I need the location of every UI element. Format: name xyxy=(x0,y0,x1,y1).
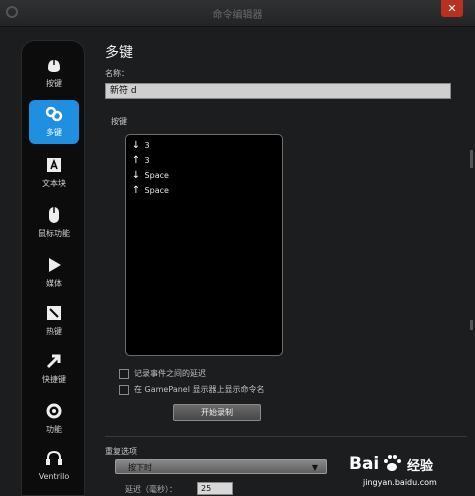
sidebar-item-label: 多键 xyxy=(46,128,62,137)
list-item[interactable]: ↑ 3 xyxy=(130,154,150,168)
show-name-checkbox[interactable] xyxy=(119,384,129,395)
start-recording-button[interactable]: 开始录制 xyxy=(173,404,261,421)
arrow-down-icon: ↓ xyxy=(131,170,141,181)
sidebar-item-label: 按键 xyxy=(46,79,62,88)
watermark: Bai 经验 jingyan.baidu.com xyxy=(349,452,467,490)
play-icon xyxy=(49,258,61,272)
title-bar: 命令编辑器 ✕ xyxy=(0,0,475,27)
arrow-up-icon: ↑ xyxy=(131,155,141,166)
sidebar-item-label: 媒体 xyxy=(46,279,62,288)
watermark-logo-text: Bai xyxy=(349,454,380,474)
key-name: 3 xyxy=(144,141,150,150)
name-input[interactable]: 新符 d xyxy=(105,83,451,99)
mouse-icon xyxy=(48,60,60,72)
hotkey-icon xyxy=(47,306,61,320)
repeat-select[interactable]: 按下时 ▼ xyxy=(115,459,327,474)
text-block-icon xyxy=(47,158,61,172)
repeat-options-label: 重复选项 xyxy=(105,447,137,456)
name-label: 名称： xyxy=(105,69,129,78)
sidebar-item-media[interactable]: 媒体 xyxy=(29,251,79,295)
delay-label: 延迟（毫秒）： xyxy=(125,485,177,494)
list-item[interactable]: ↓ 3 xyxy=(130,139,150,153)
headset-icon xyxy=(46,450,62,465)
record-delays-option[interactable]: 记录事件之间的延迟 xyxy=(119,368,206,380)
repeat-select-value: 按下时 xyxy=(128,463,152,472)
sidebar-item-mouse-function[interactable]: 鼠标功能 xyxy=(29,201,79,245)
list-item[interactable]: ↓ Space xyxy=(130,169,169,183)
scroll-indicator[interactable] xyxy=(470,320,473,330)
sidebar-item-label: 快捷键 xyxy=(42,375,66,384)
editor-panel: 多键 名称： 新符 d 按键 ↓ 3 ↑ 3 ↓ Space ↑ Space 记… xyxy=(95,26,475,496)
sidebar-item-label: 鼠标功能 xyxy=(38,229,70,238)
sidebar-item-label: 热键 xyxy=(46,327,62,336)
sidebar-item-function[interactable]: 功能 xyxy=(29,397,79,441)
mouse-function-icon xyxy=(49,207,59,223)
sidebar-item-key[interactable]: 按键 xyxy=(29,51,79,95)
sidebar-item-label: 功能 xyxy=(46,425,62,434)
multikey-icon xyxy=(45,106,63,122)
arrow-down-icon: ↓ xyxy=(131,140,141,151)
shortcut-arrow-icon xyxy=(46,354,61,369)
sidebar-item-label: Ventrilo xyxy=(38,472,70,481)
page-title: 多键 xyxy=(105,45,133,61)
record-delays-label: 记录事件之间的延迟 xyxy=(134,369,206,378)
paw-icon xyxy=(384,455,401,471)
record-delays-checkbox[interactable] xyxy=(119,368,129,379)
sidebar-item-text-block[interactable]: 文本块 xyxy=(29,151,79,195)
sidebar-item-label: 文本块 xyxy=(42,179,66,188)
key-name: Space xyxy=(144,186,169,195)
key-name: Space xyxy=(144,171,169,180)
delay-input[interactable]: 25 xyxy=(197,482,233,495)
keys-label: 按键 xyxy=(111,117,127,126)
sidebar-item-ventrilo[interactable]: Ventrilo xyxy=(29,445,79,489)
sidebar-item-hotkey[interactable]: 热键 xyxy=(29,299,79,343)
watermark-url: jingyan.baidu.com xyxy=(363,478,437,487)
gear-icon xyxy=(46,403,62,419)
close-button[interactable]: ✕ xyxy=(441,0,463,17)
sidebar-item-shortcut[interactable]: 快捷键 xyxy=(29,347,79,391)
scroll-indicator[interactable] xyxy=(470,150,473,168)
list-item[interactable]: ↑ Space xyxy=(130,184,169,198)
arrow-up-icon: ↑ xyxy=(131,185,141,196)
window-title: 命令编辑器 xyxy=(212,10,263,21)
key-name: 3 xyxy=(144,156,150,165)
command-type-sidebar: 按键 多键 文本块 鼠标功能 媒体 热键 快捷键 功能 Ventrilo xyxy=(21,40,85,496)
keys-list[interactable]: ↓ 3 ↑ 3 ↓ Space ↑ Space xyxy=(125,134,283,356)
sidebar-item-multikey[interactable]: 多键 xyxy=(29,100,79,144)
divider xyxy=(105,436,467,437)
watermark-brand: 经验 xyxy=(407,459,434,474)
show-name-label: 在 GamePanel 显示器上显示命令名 xyxy=(134,385,265,394)
show-name-option[interactable]: 在 GamePanel 显示器上显示命令名 xyxy=(119,384,264,396)
chevron-down-icon: ▼ xyxy=(311,463,318,472)
